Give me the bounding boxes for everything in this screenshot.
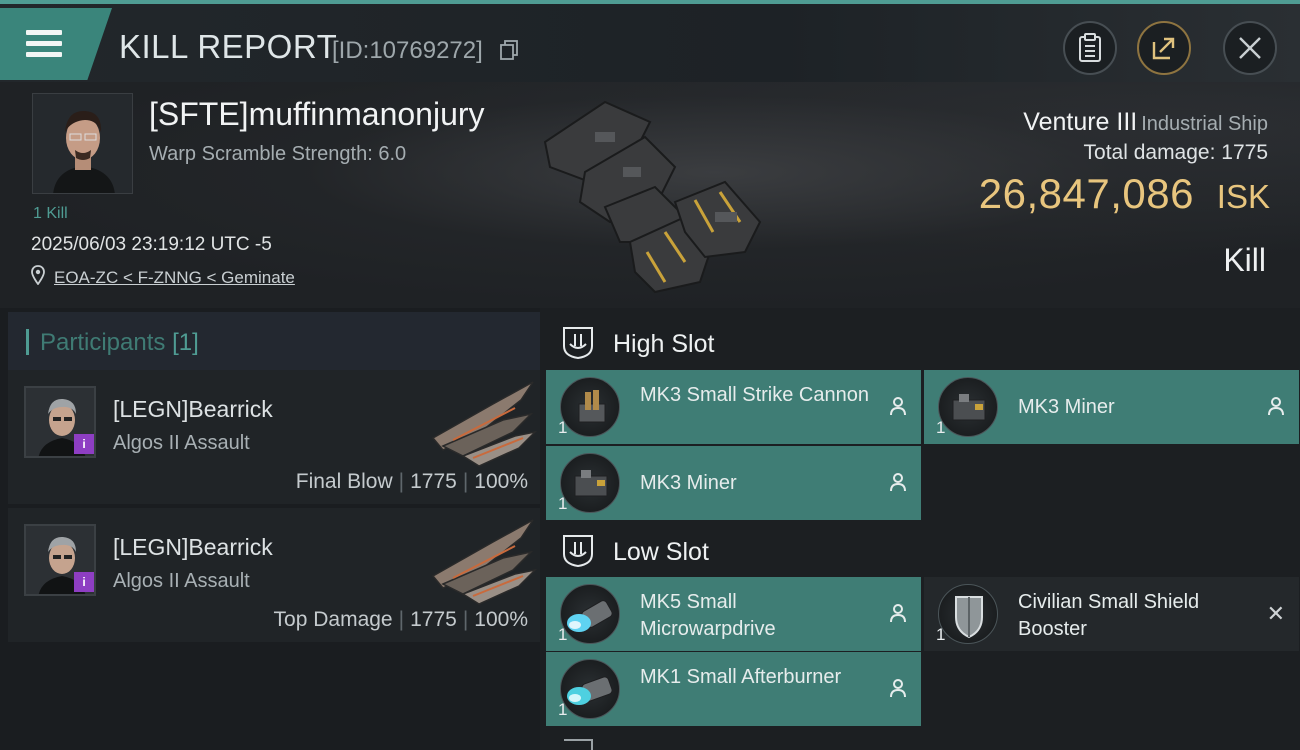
- module-quantity: 1: [558, 418, 568, 437]
- module-quantity: 1: [558, 700, 568, 719]
- participant-ship: Algos II Assault: [113, 432, 250, 454]
- module-item[interactable]: 1 MK3 Miner: [924, 370, 1299, 444]
- module-item[interactable]: 1 MK3 Miner: [546, 446, 921, 520]
- menu-button[interactable]: [0, 8, 112, 80]
- total-damage: Total damage: 1775: [1084, 141, 1268, 165]
- participants-label: Participants: [40, 329, 166, 356]
- module-quantity: 1: [558, 625, 568, 644]
- participant-role: Top Damage: [273, 608, 393, 631]
- close-button[interactable]: [1223, 21, 1277, 75]
- module-name: MK3 Miner: [1018, 396, 1115, 418]
- module-name: MK5 Small Microwarpdrive: [640, 591, 776, 640]
- warp-scramble-strength: Warp Scramble Strength: 6.0: [149, 143, 407, 165]
- victim-ship-name: Venture III: [1023, 108, 1138, 136]
- clipboard-icon: [1079, 33, 1101, 62]
- hamburger-menu-icon: [26, 30, 62, 58]
- copy-icon[interactable]: [500, 40, 518, 60]
- victim-portrait[interactable]: [32, 93, 133, 194]
- next-slot-header: [540, 732, 1300, 750]
- victim-ship-image: [543, 100, 762, 294]
- low-slot-icon: [563, 535, 593, 568]
- share-button[interactable]: [1137, 21, 1191, 75]
- module-quantity: 1: [936, 418, 946, 437]
- slot-icon: [564, 739, 593, 750]
- participant-name: [LEGN]Bearrick: [113, 396, 273, 422]
- location-pin-icon: [31, 265, 45, 285]
- participant-stats: Final Blow | 1775 | 100%: [295, 470, 528, 493]
- participant-row[interactable]: i [LEGN]Bearrick Algos II Assault Top Da…: [8, 508, 540, 642]
- participants-count: [1]: [172, 329, 199, 356]
- location-link[interactable]: EOA-ZC < F-ZNNG < Geminate: [54, 268, 295, 288]
- participant-percent: 100%: [474, 608, 528, 631]
- destroyed-x-icon: ✕: [1266, 601, 1285, 626]
- module-item[interactable]: 1 MK1 Small Afterburner: [546, 652, 921, 726]
- pilot-icon: [1268, 397, 1284, 416]
- module-name: MK3 Small Strike Cannon: [640, 384, 869, 406]
- victim-pilot-name[interactable]: [SFTE]muffinmanonjury: [149, 96, 485, 133]
- module-thumbnail: [938, 377, 998, 437]
- share-icon: [1152, 37, 1175, 60]
- module-quantity: 1: [558, 494, 568, 513]
- kill-count: 1 Kill: [33, 205, 68, 222]
- participant-damage: 1775: [410, 608, 457, 631]
- participant-ship: Algos II Assault: [113, 570, 250, 592]
- participant-ship-image: [431, 519, 538, 605]
- top-bar: KILL REPORT [ID:10769272]: [0, 0, 1300, 82]
- module-item[interactable]: 1 MK5 Small Microwarpdrive: [546, 577, 921, 651]
- participant-row[interactable]: i [LEGN]Bearrick Algos II Assault Final …: [8, 370, 540, 504]
- high-slot-label: High Slot: [613, 330, 715, 358]
- page-title: KILL REPORT: [119, 28, 338, 65]
- participant-name: [LEGN]Bearrick: [113, 534, 273, 560]
- module-name: MK3 Miner: [640, 472, 737, 494]
- victim-ship[interactable]: Venture III Industrial Ship: [1023, 108, 1268, 137]
- header-accent-bar: [26, 329, 29, 355]
- victim-banner: [SFTE]muffinmanonjury Warp Scramble Stre…: [0, 82, 1300, 308]
- pilot-icon: [890, 679, 906, 698]
- fitting-panel: High Slot 1 MK3 Small Strike Cannon 1 MK…: [540, 308, 1300, 750]
- module-thumbnail: [560, 659, 620, 719]
- module-item[interactable]: 1 MK3 Small Strike Cannon: [546, 370, 921, 444]
- module-thumbnail: [560, 377, 620, 437]
- pilot-icon: [890, 397, 906, 416]
- participants-title: Participants [1]: [40, 329, 199, 357]
- low-slot-label: Low Slot: [613, 538, 709, 566]
- module-quantity: 1: [936, 625, 946, 644]
- low-slot-header: Low Slot: [540, 520, 1300, 580]
- module-thumbnail: [938, 584, 998, 644]
- participant-role: Final Blow: [295, 470, 393, 493]
- victim-ship-class: Industrial Ship: [1141, 113, 1268, 135]
- participants-header: Participants [1]: [8, 312, 540, 370]
- outcome-label: Kill: [1223, 242, 1266, 278]
- high-slot-icon: [563, 327, 593, 360]
- clipboard-button[interactable]: [1063, 21, 1117, 75]
- module-thumbnail: [560, 453, 620, 513]
- module-name: Civilian Small Shield Booster: [1018, 591, 1200, 640]
- pilot-icon: [890, 473, 906, 492]
- participants-panel: Participants [1] i [LEGN]Bearrick Algos …: [0, 308, 540, 750]
- participant-percent: 100%: [474, 470, 528, 493]
- module-item[interactable]: 1 Civilian Small Shield Booster ✕: [924, 577, 1299, 651]
- total-damage-label: Total damage:: [1083, 141, 1216, 164]
- report-id: [ID:10769272]: [332, 37, 483, 64]
- module-thumbnail: [560, 584, 620, 644]
- info-badge[interactable]: i: [74, 434, 94, 454]
- isk-value: 26,847,086: [978, 170, 1194, 217]
- isk-unit: ISK: [1216, 178, 1270, 215]
- module-name: MK1 Small Afterburner: [640, 666, 842, 688]
- pilot-icon: [890, 604, 906, 623]
- participant-ship-image: [431, 381, 538, 467]
- participant-stats: Top Damage | 1775 | 100%: [273, 608, 528, 631]
- participant-damage: 1775: [410, 470, 457, 493]
- close-icon: [1239, 37, 1261, 59]
- kill-timestamp: 2025/06/03 23:19:12 UTC -5: [31, 234, 272, 255]
- total-damage-value: 1775: [1221, 141, 1268, 164]
- high-slot-header: High Slot: [540, 312, 1300, 372]
- info-badge[interactable]: i: [74, 572, 94, 592]
